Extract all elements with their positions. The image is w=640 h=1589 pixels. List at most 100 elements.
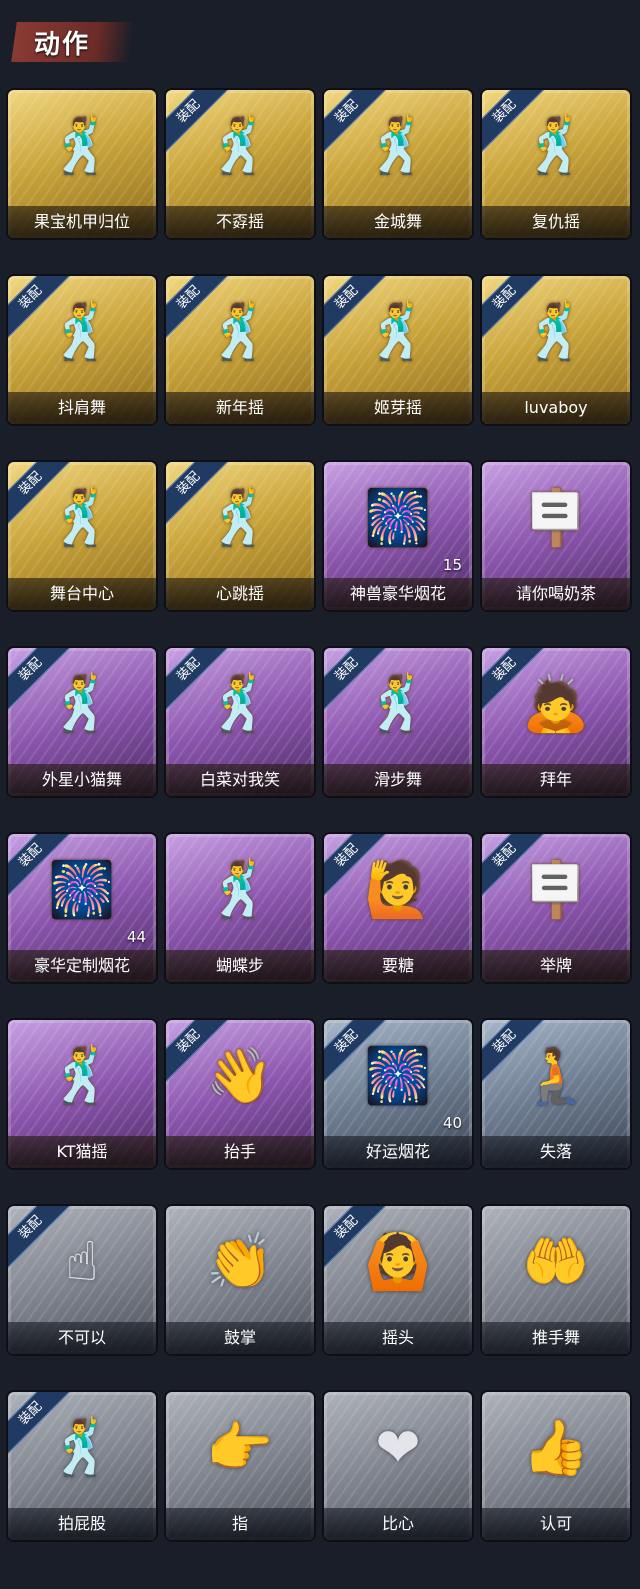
emote-name: 认可	[482, 1508, 630, 1540]
emote-name: 心跳摇	[166, 578, 314, 610]
emote-name: 舞台中心	[8, 578, 156, 610]
emote-name: 拜年	[482, 764, 630, 796]
dance-pose-icon: 🕺	[48, 672, 116, 736]
emote-card[interactable]: 装配 🕺 心跳摇	[166, 462, 314, 610]
emote-name: 举牌	[482, 950, 630, 982]
dance-pose-icon: 🕺	[206, 300, 274, 364]
crawl-pose-icon: 🧎	[522, 1044, 590, 1108]
emote-card[interactable]: 装配 🪧 举牌	[482, 834, 630, 982]
thumbs-up-icon: 👍	[522, 1416, 590, 1480]
emote-name: 豪华定制烟花	[8, 950, 156, 982]
emote-name: 失落	[482, 1136, 630, 1168]
emote-card[interactable]: 🕺 蝴蝶步	[166, 834, 314, 982]
heart-hands-icon: ❤	[375, 1416, 421, 1480]
emote-card[interactable]: 装配 🕺 姬芽摇	[324, 276, 472, 424]
dance-pose-icon: 🕺	[206, 672, 274, 736]
emote-name: 请你喝奶茶	[482, 578, 630, 610]
emote-grid: 🕺 果宝机甲归位 装配 🕺 不孬摇 装配 🕺 金城舞 装配 🕺 复仇摇 装配 🕺 抖肩舞 装配 🕺 新年摇 装配 🕺…	[8, 90, 632, 1540]
dance-pose-icon: 🕺	[48, 1416, 116, 1480]
emote-name: 白菜对我笑	[166, 764, 314, 796]
emote-name: 抖肩舞	[8, 392, 156, 424]
emote-card[interactable]: 装配 🎆 40 好运烟花	[324, 1020, 472, 1168]
emote-card[interactable]: 装配 🕺 复仇摇	[482, 90, 630, 238]
emote-card[interactable]: 装配 🙇 拜年	[482, 648, 630, 796]
head-shake-icon: 🙆	[364, 1230, 432, 1294]
emote-card[interactable]: 🪧 请你喝奶茶	[482, 462, 630, 610]
emote-name: 复仇摇	[482, 206, 630, 238]
emote-card[interactable]: 🤲 推手舞	[482, 1206, 630, 1354]
emote-card[interactable]: 装配 🕺 舞台中心	[8, 462, 156, 610]
emote-name: 果宝机甲归位	[8, 206, 156, 238]
emote-name: 姬芽摇	[324, 392, 472, 424]
emote-card[interactable]: 装配 🧎 失落	[482, 1020, 630, 1168]
emote-card[interactable]: 装配 🕺 不孬摇	[166, 90, 314, 238]
emote-name: luvaboy	[482, 392, 630, 424]
emote-name: 滑步舞	[324, 764, 472, 796]
emote-card[interactable]: 装配 🕺 抖肩舞	[8, 276, 156, 424]
emote-card[interactable]: 🎆 15 神兽豪华烟花	[324, 462, 472, 610]
finger-wag-icon: ☝	[65, 1230, 99, 1294]
clap-icon: 👏	[206, 1230, 274, 1294]
emote-name: 不孬摇	[166, 206, 314, 238]
emote-name: 摇头	[324, 1322, 472, 1354]
emote-card[interactable]: 🕺 KT猫摇	[8, 1020, 156, 1168]
emote-card[interactable]: ❤ 比心	[324, 1392, 472, 1540]
emote-card[interactable]: 装配 🕺 外星小猫舞	[8, 648, 156, 796]
dance-pose-icon: 🕺	[48, 114, 116, 178]
emote-card[interactable]: 装配 👋 抬手	[166, 1020, 314, 1168]
dance-pose-icon: 🕺	[522, 114, 590, 178]
emote-card[interactable]: 装配 🕺 滑步舞	[324, 648, 472, 796]
sign-holding-icon: 🪧	[522, 486, 590, 550]
emote-card[interactable]: 装配 ☝ 不可以	[8, 1206, 156, 1354]
dance-pose-icon: 🕺	[522, 300, 590, 364]
bow-pose-icon: 🙇	[522, 672, 590, 736]
emote-name: 指	[166, 1508, 314, 1540]
emote-name: 新年摇	[166, 392, 314, 424]
dance-pose-icon: 🕺	[206, 114, 274, 178]
item-count: 40	[442, 1114, 462, 1132]
emote-name: 比心	[324, 1508, 472, 1540]
emote-name: 好运烟花	[324, 1136, 472, 1168]
emote-name: 外星小猫舞	[8, 764, 156, 796]
emote-name: 不可以	[8, 1322, 156, 1354]
emote-card[interactable]: 装配 🕺 luvaboy	[482, 276, 630, 424]
emote-name: 蝴蝶步	[166, 950, 314, 982]
fireworks-icon: 🎆	[364, 1044, 432, 1108]
dance-pose-icon: 🕺	[206, 486, 274, 550]
emote-card[interactable]: 👏 鼓掌	[166, 1206, 314, 1354]
sign-holding-icon: 🪧	[522, 858, 590, 922]
dance-pose-icon: 🕺	[364, 300, 432, 364]
dance-pose-icon: 🕺	[48, 300, 116, 364]
emote-name: KT猫摇	[8, 1136, 156, 1168]
emote-card[interactable]: 🕺 果宝机甲归位	[8, 90, 156, 238]
emote-card[interactable]: 装配 🎆 44 豪华定制烟花	[8, 834, 156, 982]
emote-name: 金城舞	[324, 206, 472, 238]
reach-pose-icon: 🙋	[364, 858, 432, 922]
dance-pose-icon: 🕺	[206, 858, 274, 922]
emote-name: 神兽豪华烟花	[324, 578, 472, 610]
fireworks-icon: 🎆	[364, 486, 432, 550]
item-count: 15	[442, 556, 462, 574]
item-count: 44	[126, 928, 146, 946]
emote-card[interactable]: 装配 🙋 要糖	[324, 834, 472, 982]
dance-pose-icon: 🕺	[48, 486, 116, 550]
wave-pose-icon: 👋	[206, 1044, 274, 1108]
section-title: 动作	[34, 30, 91, 60]
emote-name: 抬手	[166, 1136, 314, 1168]
push-pose-icon: 🤲	[522, 1230, 590, 1294]
emote-card[interactable]: 装配 🕺 拍屁股	[8, 1392, 156, 1540]
point-icon: 👉	[206, 1416, 274, 1480]
dance-pose-icon: 🕺	[364, 672, 432, 736]
emote-card[interactable]: 👉 指	[166, 1392, 314, 1540]
emote-card[interactable]: 装配 🕺 金城舞	[324, 90, 472, 238]
emote-name: 推手舞	[482, 1322, 630, 1354]
fireworks-icon: 🎆	[48, 858, 116, 922]
emote-card[interactable]: 装配 🕺 白菜对我笑	[166, 648, 314, 796]
equipped-badge: 装配	[8, 1206, 72, 1269]
dance-pose-icon: 🕺	[48, 1044, 116, 1108]
emote-name: 鼓掌	[166, 1322, 314, 1354]
emote-card[interactable]: 装配 🙆 摇头	[324, 1206, 472, 1354]
emote-card[interactable]: 👍 认可	[482, 1392, 630, 1540]
emote-name: 拍屁股	[8, 1508, 156, 1540]
emote-card[interactable]: 装配 🕺 新年摇	[166, 276, 314, 424]
